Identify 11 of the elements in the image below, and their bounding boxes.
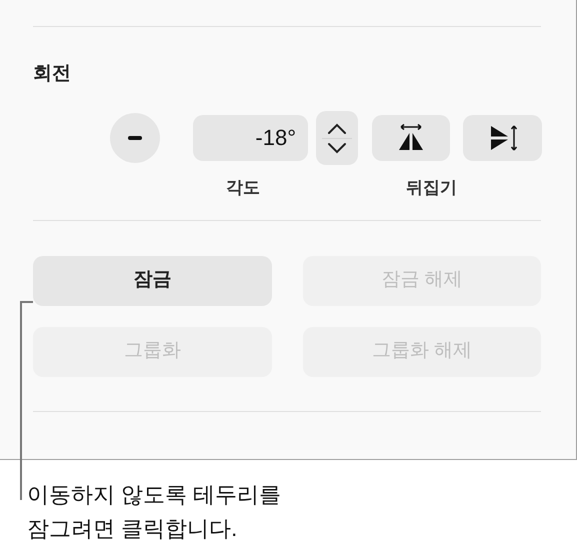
section-title: 회전 — [33, 64, 71, 83]
flip-label: 뒤집기 — [406, 177, 457, 199]
action-button[interactable]: 잠금 — [33, 256, 272, 306]
angle-field[interactable]: -18° — [193, 115, 308, 161]
angle-stepper[interactable] — [316, 111, 358, 165]
flip-horizontal-button[interactable] — [372, 115, 450, 161]
rotation-dial[interactable] — [110, 113, 160, 163]
callout-text: 이동하지 않도록 테두리를 잠그려면 클릭합니다. — [27, 481, 282, 543]
dial-marker-icon — [128, 136, 142, 140]
angle-label: 각도 — [226, 177, 260, 199]
flip-vertical-button[interactable] — [463, 115, 542, 161]
